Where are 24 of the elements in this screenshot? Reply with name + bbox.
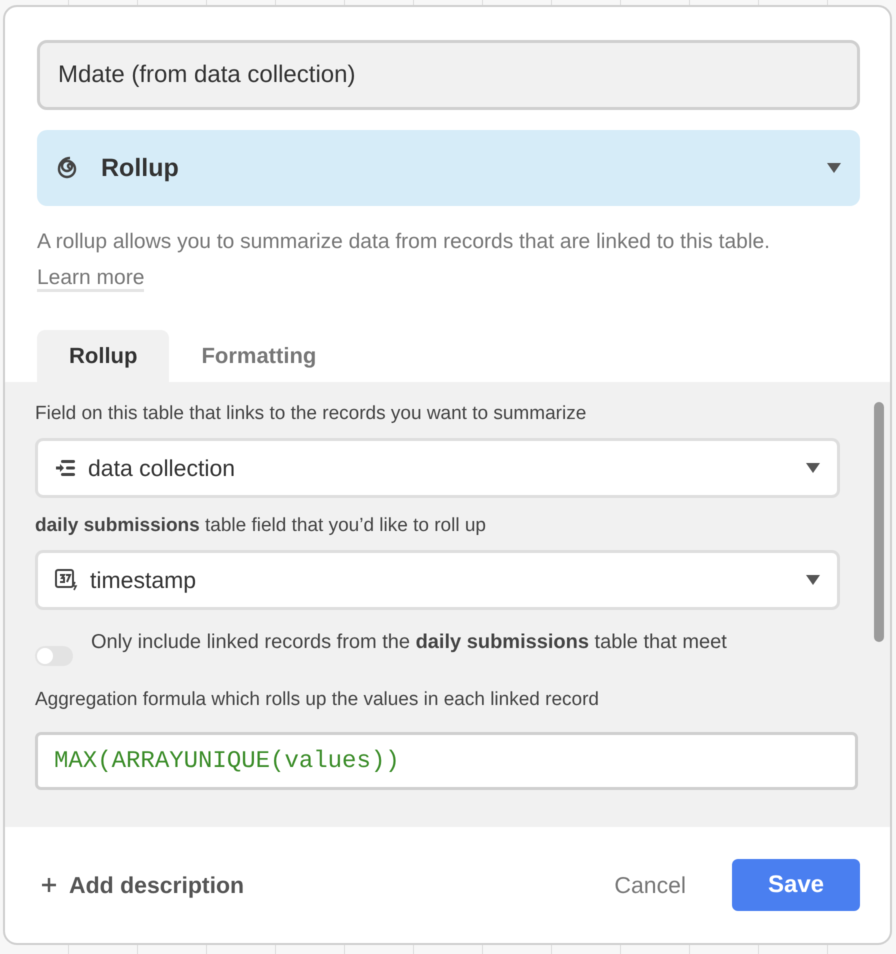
description-text: A rollup allows you to summarize data from records that are linked to this table. Learn more (37, 224, 860, 296)
save-button[interactable]: Save (732, 859, 860, 911)
caret-icon (805, 462, 821, 474)
rollup-field-select[interactable]: timestamp (35, 550, 840, 610)
plus-icon (41, 877, 57, 893)
tab[interactable]: Rollup (37, 330, 170, 382)
field-type-select[interactable]: Rollup (37, 130, 860, 206)
add-description-button[interactable]: Add description (41, 872, 244, 898)
formula-input[interactable]: MAX(ARRAYUNIQUE(values)) (35, 732, 858, 790)
link-field-icon (54, 458, 76, 478)
cancel-button[interactable]: Cancel (582, 859, 718, 911)
link-field-select[interactable]: data collection (35, 438, 840, 498)
field-label: Aggregation formula which rolls up the values in each linked record (35, 688, 600, 712)
learn-more-link[interactable]: Learn more (37, 266, 144, 292)
toggle-switch[interactable] (35, 646, 73, 666)
condition-text: Only include linked records from the daily submissions table that meet (91, 630, 727, 655)
field-name-input[interactable]: Mdate (from data collection) (37, 40, 860, 110)
tab[interactable]: Formatting (169, 330, 348, 382)
field-label: daily submissions table field that you’d like to roll up (35, 514, 487, 538)
field-label: Field on this table that links to the records you want to summarize (35, 402, 588, 426)
caret-icon (826, 162, 842, 174)
caret-icon (805, 574, 821, 586)
formula-field-icon (54, 568, 78, 592)
scrollbar[interactable] (874, 402, 884, 642)
